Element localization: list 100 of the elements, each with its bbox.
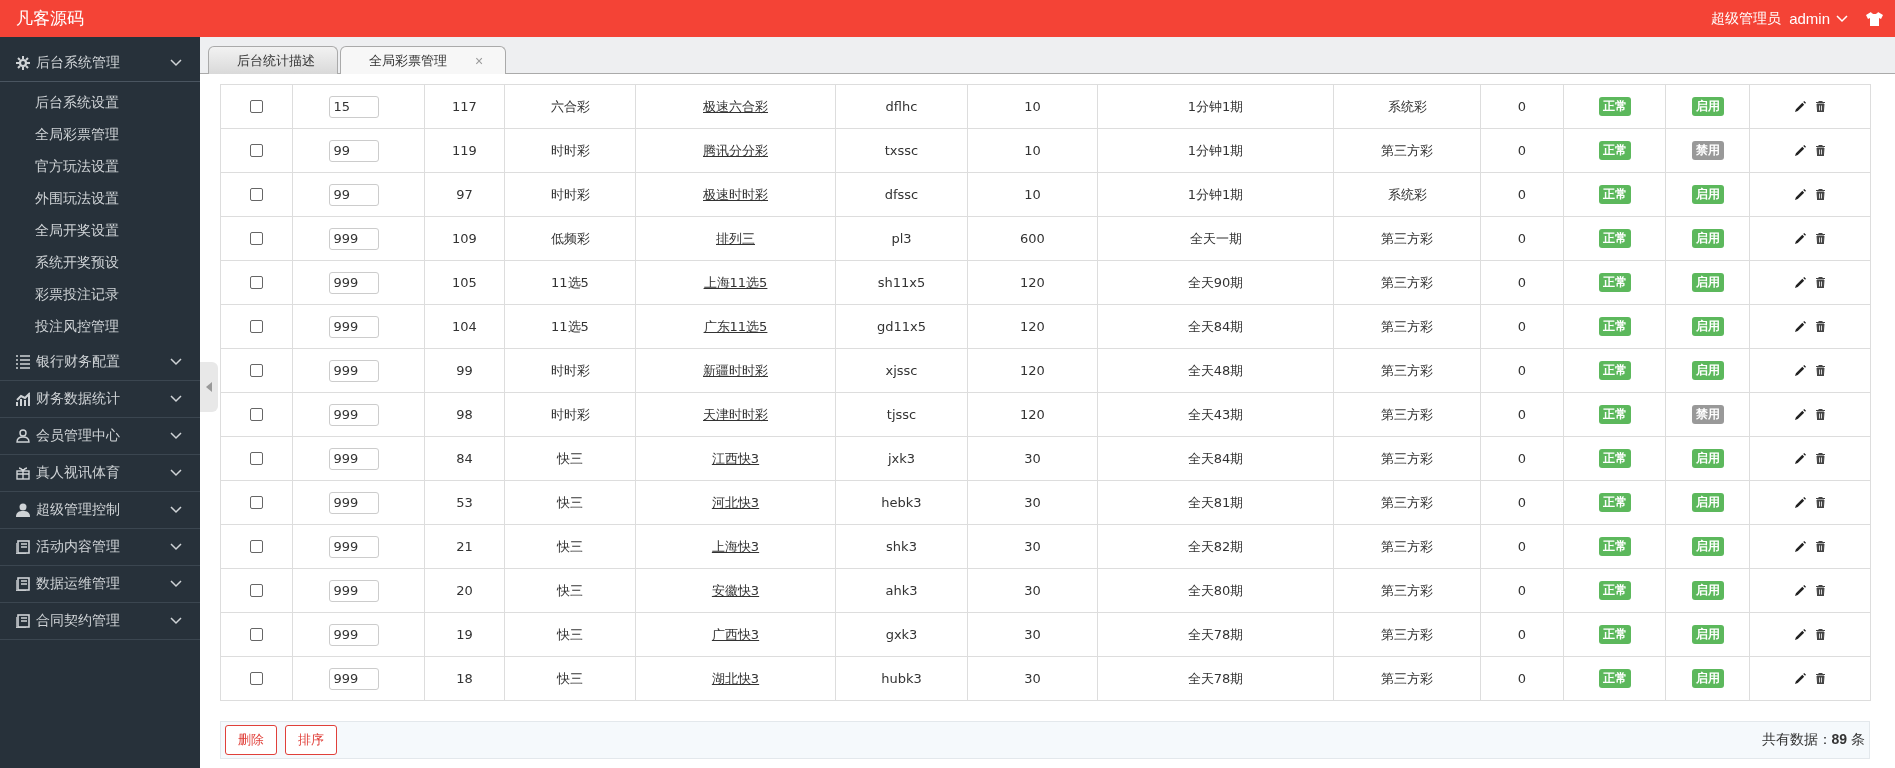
- checkbox[interactable]: [250, 276, 263, 289]
- sort-input[interactable]: 999: [328, 359, 379, 382]
- checkbox[interactable]: [250, 628, 263, 641]
- edit-icon[interactable]: [1795, 101, 1806, 112]
- sidebar-group[interactable]: 真人视讯体育: [0, 455, 200, 492]
- sort-input[interactable]: 999: [328, 535, 379, 558]
- trash-icon[interactable]: [1816, 497, 1825, 508]
- checkbox[interactable]: [250, 188, 263, 201]
- checkbox[interactable]: [250, 320, 263, 333]
- table-cell: 104: [452, 319, 477, 334]
- tab[interactable]: 全局彩票管理 ×: [340, 46, 507, 74]
- tab[interactable]: 后台统计描述: [208, 46, 338, 74]
- table-cell: 低频彩: [550, 229, 590, 248]
- sidebar-item[interactable]: 系统开奖预设: [0, 246, 200, 278]
- lottery-link[interactable]: 河北快3: [711, 493, 760, 512]
- sort-input[interactable]: 99: [328, 183, 379, 206]
- trash-icon[interactable]: [1816, 365, 1825, 376]
- sort-input[interactable]: 15: [328, 95, 379, 118]
- checkbox[interactable]: [250, 584, 263, 597]
- sidebar-group[interactable]: 超级管理控制: [0, 492, 200, 529]
- sidebar-item[interactable]: 投注风控管理: [0, 310, 200, 342]
- edit-icon[interactable]: [1795, 673, 1806, 684]
- edit-icon[interactable]: [1795, 541, 1806, 552]
- trash-icon[interactable]: [1816, 541, 1825, 552]
- checkbox[interactable]: [250, 672, 263, 685]
- trash-icon[interactable]: [1816, 629, 1825, 640]
- sidebar-item[interactable]: 全局彩票管理: [0, 118, 200, 150]
- lottery-link[interactable]: 上海11选5: [703, 273, 768, 292]
- checkbox[interactable]: [250, 364, 263, 377]
- user-menu[interactable]: admin: [1789, 10, 1848, 27]
- sort-input[interactable]: 999: [328, 491, 379, 514]
- edit-icon[interactable]: [1795, 629, 1806, 640]
- table-cell: sh11x5: [877, 275, 926, 290]
- sort-input[interactable]: 999: [328, 667, 379, 690]
- sort-input[interactable]: 999: [328, 447, 379, 470]
- edit-icon[interactable]: [1795, 189, 1806, 200]
- sidebar-item[interactable]: 后台系统设置: [0, 86, 200, 118]
- sort-input[interactable]: 999: [328, 315, 379, 338]
- table-cell: 0: [1517, 99, 1527, 114]
- sidebar-group[interactable]: 合同契约管理: [0, 603, 200, 640]
- sort-input[interactable]: 999: [328, 271, 379, 294]
- table-cell: 全天84期: [1187, 449, 1244, 468]
- trash-icon[interactable]: [1816, 145, 1825, 156]
- trash-icon[interactable]: [1816, 277, 1825, 288]
- trash-icon[interactable]: [1816, 101, 1825, 112]
- sidebar-item[interactable]: 官方玩法设置: [0, 150, 200, 182]
- table-cell: 全天81期: [1187, 493, 1244, 512]
- lottery-link[interactable]: 天津时时彩: [703, 405, 768, 424]
- lottery-link[interactable]: 上海快3: [711, 537, 760, 556]
- shirt-icon[interactable]: [1866, 11, 1883, 26]
- trash-icon[interactable]: [1816, 321, 1825, 332]
- edit-icon[interactable]: [1795, 321, 1806, 332]
- checkbox[interactable]: [250, 540, 263, 553]
- checkbox[interactable]: [250, 408, 263, 421]
- edit-icon[interactable]: [1795, 145, 1806, 156]
- lottery-link[interactable]: 极速时时彩: [703, 185, 768, 204]
- sidebar-item[interactable]: 外围玩法设置: [0, 182, 200, 214]
- lottery-link[interactable]: 安徽快3: [711, 581, 760, 600]
- checkbox[interactable]: [250, 452, 263, 465]
- lottery-link[interactable]: 广东11选5: [703, 317, 768, 336]
- sidebar-item[interactable]: 彩票投注记录: [0, 278, 200, 310]
- trash-icon[interactable]: [1816, 409, 1825, 420]
- table-cell: 全天78期: [1187, 669, 1244, 688]
- action-button[interactable]: 排序: [285, 725, 337, 755]
- lottery-link[interactable]: 湖北快3: [711, 669, 760, 688]
- book-icon: [16, 614, 30, 628]
- trash-icon[interactable]: [1816, 585, 1825, 596]
- sort-input[interactable]: 999: [328, 403, 379, 426]
- edit-icon[interactable]: [1795, 497, 1806, 508]
- lottery-link[interactable]: 新疆时时彩: [703, 361, 768, 380]
- action-button[interactable]: 删除: [225, 725, 277, 755]
- checkbox[interactable]: [250, 232, 263, 245]
- edit-icon[interactable]: [1795, 585, 1806, 596]
- table-cell: 快三: [557, 449, 583, 468]
- edit-icon[interactable]: [1795, 233, 1806, 244]
- lottery-link[interactable]: 广西快3: [711, 625, 760, 644]
- sidebar-group[interactable]: 数据运维管理: [0, 566, 200, 603]
- lottery-link[interactable]: 排列三: [716, 229, 755, 248]
- sort-input[interactable]: 999: [328, 579, 379, 602]
- chevron-icon: [170, 469, 182, 477]
- lottery-link[interactable]: 江西快3: [711, 449, 760, 468]
- sort-input[interactable]: 999: [328, 623, 379, 646]
- sidebar-item[interactable]: 全局开奖设置: [0, 214, 200, 246]
- trash-icon[interactable]: [1816, 673, 1825, 684]
- sidebar-group[interactable]: 活动内容管理: [0, 529, 200, 566]
- lottery-link[interactable]: 腾讯分分彩: [703, 141, 768, 160]
- sort-input[interactable]: 999: [328, 227, 379, 250]
- edit-icon[interactable]: [1795, 409, 1806, 420]
- trash-icon[interactable]: [1816, 233, 1825, 244]
- trash-icon[interactable]: [1816, 453, 1825, 464]
- checkbox[interactable]: [250, 100, 263, 113]
- lottery-link[interactable]: 极速六合彩: [703, 97, 768, 116]
- sort-input[interactable]: 99: [328, 139, 379, 162]
- edit-icon[interactable]: [1795, 365, 1806, 376]
- checkbox[interactable]: [250, 144, 263, 157]
- trash-icon[interactable]: [1816, 189, 1825, 200]
- edit-icon[interactable]: [1795, 277, 1806, 288]
- edit-icon[interactable]: [1795, 453, 1806, 464]
- checkbox[interactable]: [250, 496, 263, 509]
- collapse-handle[interactable]: [200, 362, 218, 412]
